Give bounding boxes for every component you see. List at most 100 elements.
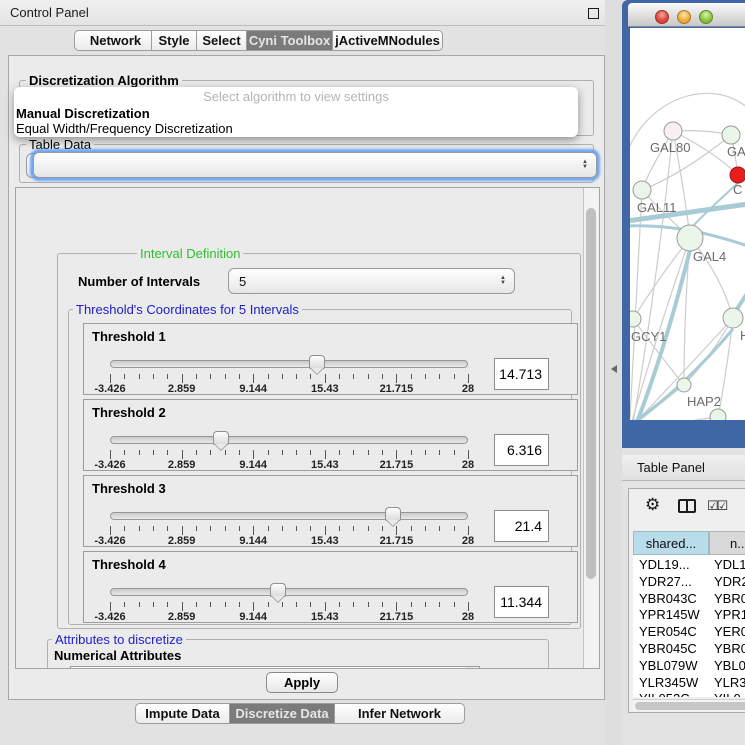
number-of-intervals-combobox[interactable]: 5 ▲▼ (228, 268, 515, 294)
table-row[interactable]: YER054CYER0 (633, 624, 745, 641)
table-cell: YLR345W (633, 675, 709, 692)
threshold-value-field[interactable]: 6.316 (494, 434, 549, 466)
threshold-label: Threshold 1 (92, 329, 166, 344)
threshold-value-field[interactable]: 21.4 (494, 510, 549, 542)
network-node-gcy1[interactable] (630, 311, 641, 327)
table-cell: YBR045C (633, 641, 709, 658)
attributes-group: Attributes to discretize Numerical Attri… (47, 639, 549, 669)
table-cell: YBL0 (709, 658, 745, 675)
table-column-header[interactable]: shared... (633, 531, 709, 555)
float-window-icon[interactable] (588, 8, 599, 19)
network-node-label: H (740, 328, 745, 343)
tab-network[interactable]: Network (74, 30, 152, 51)
popup-hint: Select algorithm to view settings (14, 89, 578, 105)
tab-cyni-toolbox[interactable]: Cyni Toolbox (247, 30, 333, 51)
threshold-slider-track[interactable] (110, 436, 468, 444)
slider-tick-label: 2.859 (168, 535, 196, 547)
numerical-attributes-label: Numerical Attributes (54, 648, 181, 663)
network-node-gal80[interactable] (664, 122, 682, 140)
thresholds-title: Threshold's Coordinates for 5 Intervals (73, 302, 302, 317)
network-node-hap2[interactable] (677, 378, 691, 392)
select-columns-icon[interactable]: ☑☑ (707, 498, 726, 514)
table-horizontal-scrollbar[interactable] (633, 699, 745, 711)
number-of-intervals-label: Number of Intervals (78, 274, 200, 289)
control-panel-title: Control Panel (10, 5, 89, 20)
table-data-title: Table Data (26, 137, 94, 152)
threshold-slider-thumb[interactable] (213, 431, 229, 445)
slider-tick-label: 28 (462, 383, 474, 395)
algorithm-combobox[interactable]: ▲▼ (33, 152, 597, 178)
mac-minimize-icon[interactable] (677, 10, 691, 24)
threshold-slider-thumb[interactable] (270, 583, 286, 597)
tab-infer-network[interactable]: Infer Network (335, 703, 465, 724)
table-row[interactable]: YPR145WYPR1 (633, 607, 745, 624)
table-panel-body: ⚙ ☑☑ shared...n... YDL19...YDL1YDR27...Y… (628, 488, 745, 713)
slider-tick-label: -3.426 (94, 383, 125, 395)
table-cell: YDL19... (633, 557, 709, 574)
mac-close-icon[interactable] (655, 10, 669, 24)
slider-tick-label: -3.426 (94, 535, 125, 547)
network-node-label: GCY1 (631, 329, 666, 344)
table-row[interactable]: YLR345WYLR3 (633, 675, 745, 692)
threshold-slider-track[interactable] (110, 360, 468, 368)
node-table[interactable]: shared...n... YDL19...YDL1YDR27...YDR2YB… (633, 531, 745, 697)
threshold-value-field[interactable]: 14.713 (494, 358, 549, 390)
thresholds-group: Threshold's Coordinates for 5 Intervals … (68, 309, 572, 625)
apply-button[interactable]: Apply (266, 672, 338, 693)
tab-impute-data[interactable]: Impute Data (135, 703, 230, 724)
network-node-ga[interactable] (722, 126, 740, 144)
table-cell: YIL0 (709, 691, 741, 697)
threshold-label: Threshold 3 (92, 481, 166, 496)
tab-jactivemnodules[interactable]: jActiveMNodules (333, 30, 443, 51)
panel-scrollbar[interactable] (583, 188, 599, 668)
mac-zoom-icon[interactable] (699, 10, 713, 24)
gear-icon[interactable]: ⚙ (645, 495, 660, 515)
threshold-row: Threshold 1-3.4262.8599.14415.4321.71528… (83, 323, 578, 395)
tab-discretize-data[interactable]: Discretize Data (230, 703, 335, 724)
slider-tick-label: 9.144 (239, 535, 267, 547)
threshold-slider-track[interactable] (110, 588, 468, 596)
table-row[interactable]: YBR045CYBR0 (633, 641, 745, 658)
network-node-gal4[interactable] (677, 225, 703, 251)
network-canvas[interactable]: GAL80GACGAL11GAL4GCY1HHAP2 (630, 28, 745, 420)
bottom-tab-bar: Impute DataDiscretize DataInfer Network (135, 703, 465, 724)
threshold-slider-track[interactable] (110, 512, 468, 520)
threshold-slider-thumb[interactable] (385, 507, 401, 521)
threshold-row: Threshold 3-3.4262.8599.14415.4321.71528… (83, 475, 578, 547)
tab-select[interactable]: Select (197, 30, 247, 51)
network-node-label: GAL4 (693, 249, 726, 264)
attributes-list-scrollbar[interactable] (467, 667, 479, 669)
popup-option[interactable]: Manual Discretization (14, 105, 578, 120)
table-column-header[interactable]: n... (709, 531, 745, 555)
table-row[interactable]: YBL079WYBL0 (633, 658, 745, 675)
combo-arrows-icon[interactable]: ▲▼ (500, 276, 506, 286)
tab-style[interactable]: Style (152, 30, 197, 51)
network-edge-highlighted (737, 292, 745, 309)
slider-tick-label: 28 (462, 535, 474, 547)
numerical-attributes-list[interactable]: SelfLoopsTopologicalCoefficientBetweenne… (70, 666, 480, 669)
threshold-label: Threshold 2 (92, 405, 166, 420)
slider-tick-label: 15.43 (311, 611, 339, 623)
table-cell: YLR3 (709, 675, 745, 692)
table-row[interactable]: YBR043CYBR0 (633, 591, 745, 608)
split-view-icon[interactable] (678, 499, 696, 513)
network-node[interactable] (710, 409, 726, 420)
threshold-slider-thumb[interactable] (309, 355, 325, 369)
network-window-titlebar[interactable] (628, 3, 745, 27)
combo-arrows-icon[interactable]: ▲▼ (582, 160, 588, 170)
network-node-gal11[interactable] (633, 181, 651, 199)
network-node-h[interactable] (723, 308, 743, 328)
discretization-algorithm-title: Discretization Algorithm (26, 73, 182, 88)
table-cell: YIL052C (633, 691, 709, 697)
slider-ticks (110, 526, 468, 536)
table-cell: YBR0 (709, 591, 745, 608)
threshold-value-field[interactable]: 11.344 (494, 586, 549, 618)
table-row[interactable]: YIL052CYIL0 (633, 691, 745, 697)
slider-tick-label: 2.859 (168, 611, 196, 623)
popup-option[interactable]: Equal Width/Frequency Discretization (14, 120, 578, 135)
screen: Control Panel ✕ NetworkStyleSelectCyni T… (0, 0, 745, 745)
table-cell: YBR0 (709, 641, 745, 658)
table-row[interactable]: YDL19...YDL1 (633, 557, 745, 574)
network-node-c[interactable] (730, 167, 745, 183)
table-row[interactable]: YDR27...YDR2 (633, 574, 745, 591)
